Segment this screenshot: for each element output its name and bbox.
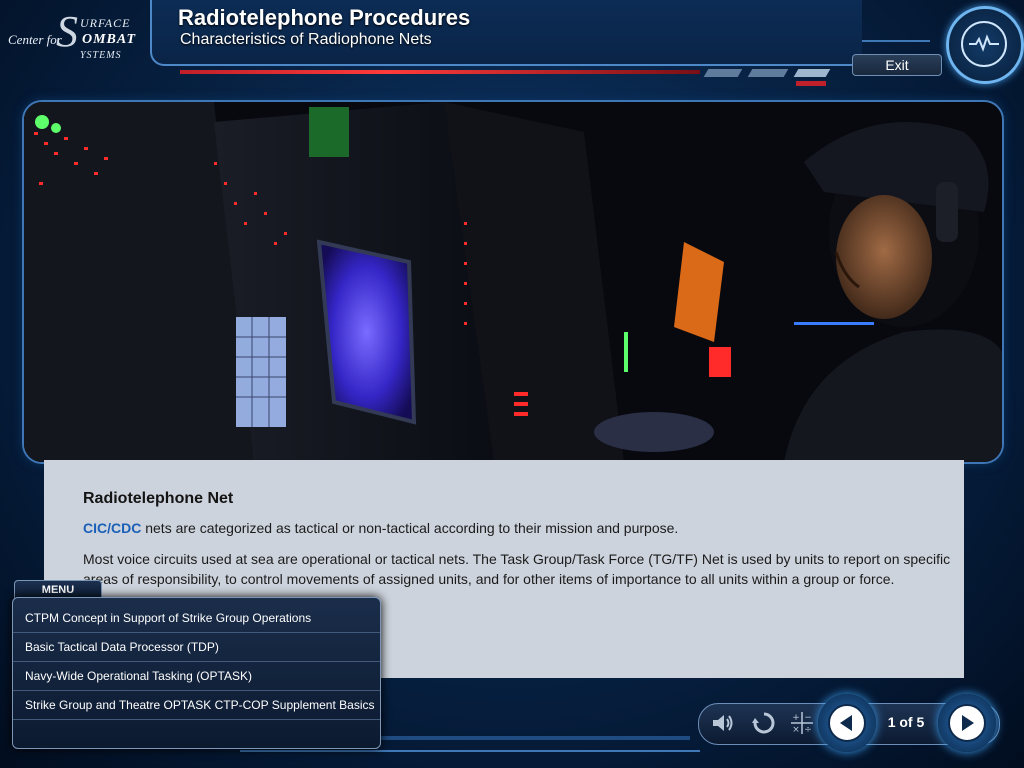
logo-line2: URFACE — [80, 16, 131, 30]
logo-line3: OMBAT — [82, 32, 137, 47]
csc-logo: Center for S URFACE OMBAT YSTEMS — [0, 0, 150, 72]
hero-image — [22, 100, 1004, 464]
menu-item-optask[interactable]: Navy-Wide Operational Tasking (OPTASK) — [13, 662, 380, 691]
red-indicator-decor — [796, 81, 826, 86]
page-subtitle: Characteristics of Radiophone Nets — [180, 31, 432, 48]
waveform-glyph — [969, 34, 999, 52]
waveform-inner-ring — [961, 21, 1007, 67]
content-heading: Radiotelephone Net — [83, 490, 234, 507]
page-indicator: 1 of 5 — [887, 714, 925, 730]
combat-center-scene — [24, 102, 1002, 462]
progress-bar-decor — [180, 70, 700, 74]
glossary-link-cic-cdc[interactable]: CIC/CDC — [83, 520, 141, 536]
svg-text:+: + — [792, 713, 800, 723]
page-title: Radiotelephone Procedures — [178, 5, 471, 30]
next-button[interactable] — [938, 694, 996, 752]
logo-big-letter: S — [56, 7, 78, 56]
svg-text:−: − — [804, 713, 812, 723]
previous-button[interactable] — [818, 694, 876, 752]
calculator-icon[interactable]: + − × ÷ — [788, 709, 816, 737]
footer-deco-line — [240, 750, 700, 752]
content-paragraph-2: Most voice circuits used at sea are oper… — [83, 551, 951, 587]
previous-icon — [828, 704, 866, 742]
speaker-icon[interactable] — [708, 709, 736, 737]
svg-text:÷: ÷ — [804, 725, 812, 735]
header-segment-1 — [703, 69, 743, 77]
menu-panel: CTPM Concept in Support of Strike Group … — [12, 597, 381, 749]
header-segment-3 — [793, 69, 831, 77]
logo-line1: Center for — [8, 32, 62, 47]
content-paragraph-1-text: nets are categorized as tactical or non-… — [141, 520, 679, 536]
next-icon — [948, 704, 986, 742]
content-paragraph-1: CIC/CDC nets are categorized as tactical… — [83, 520, 953, 536]
replay-icon[interactable] — [750, 709, 778, 737]
header-segment-2 — [747, 69, 789, 77]
menu-item-basic-tdp[interactable]: Basic Tactical Data Processor (TDP) — [13, 633, 380, 662]
menu-item-ctpm-concept[interactable]: CTPM Concept in Support of Strike Group … — [13, 604, 380, 633]
waveform-icon[interactable] — [946, 6, 1024, 84]
svg-text:×: × — [792, 725, 800, 735]
menu-item-ctp-cop-supplement[interactable]: Strike Group and Theatre OPTASK CTP-COP … — [13, 691, 380, 720]
logo-line4: YSTEMS — [80, 50, 122, 61]
exit-button[interactable]: Exit — [852, 54, 942, 76]
footer-deco-line-2 — [380, 736, 690, 740]
